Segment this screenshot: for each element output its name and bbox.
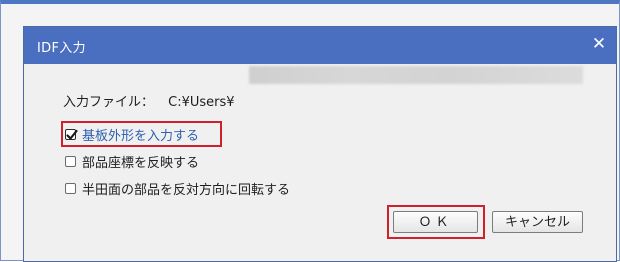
checkbox-rotate-solder-side[interactable] [65,182,76,194]
input-file-row: 入力ファイル： C:¥Users¥ [63,91,235,110]
option-part-coordinates[interactable]: 部品座標を反映する [65,151,199,171]
cancel-button[interactable]: キャンセル [492,211,583,233]
close-icon[interactable]: ✕ [588,33,610,55]
screenshot-frame: IDF入力 ✕ 入力ファイル： C:¥Users¥ 基板外形を入力する 部品座標… [0,0,620,262]
option-rotate-solder-side[interactable]: 半田面の部品を反対方向に回転する [65,178,290,198]
option-label-rotate-solder-side: 半田面の部品を反対方向に回転する [82,182,291,198]
input-file-path: C:¥Users¥ [168,95,235,110]
board-outline-highlight [61,121,222,147]
redacted-path [249,66,583,84]
dialog-titlebar[interactable]: IDF入力 ✕ [24,27,616,64]
option-label-part-coordinates: 部品座標を反映する [82,155,200,171]
ok-button[interactable]: ＯＫ [393,211,478,233]
checkbox-part-coordinates[interactable] [65,155,76,167]
dialog-title: IDF入力 [37,41,86,56]
input-file-label: 入力ファイル： [63,95,155,110]
